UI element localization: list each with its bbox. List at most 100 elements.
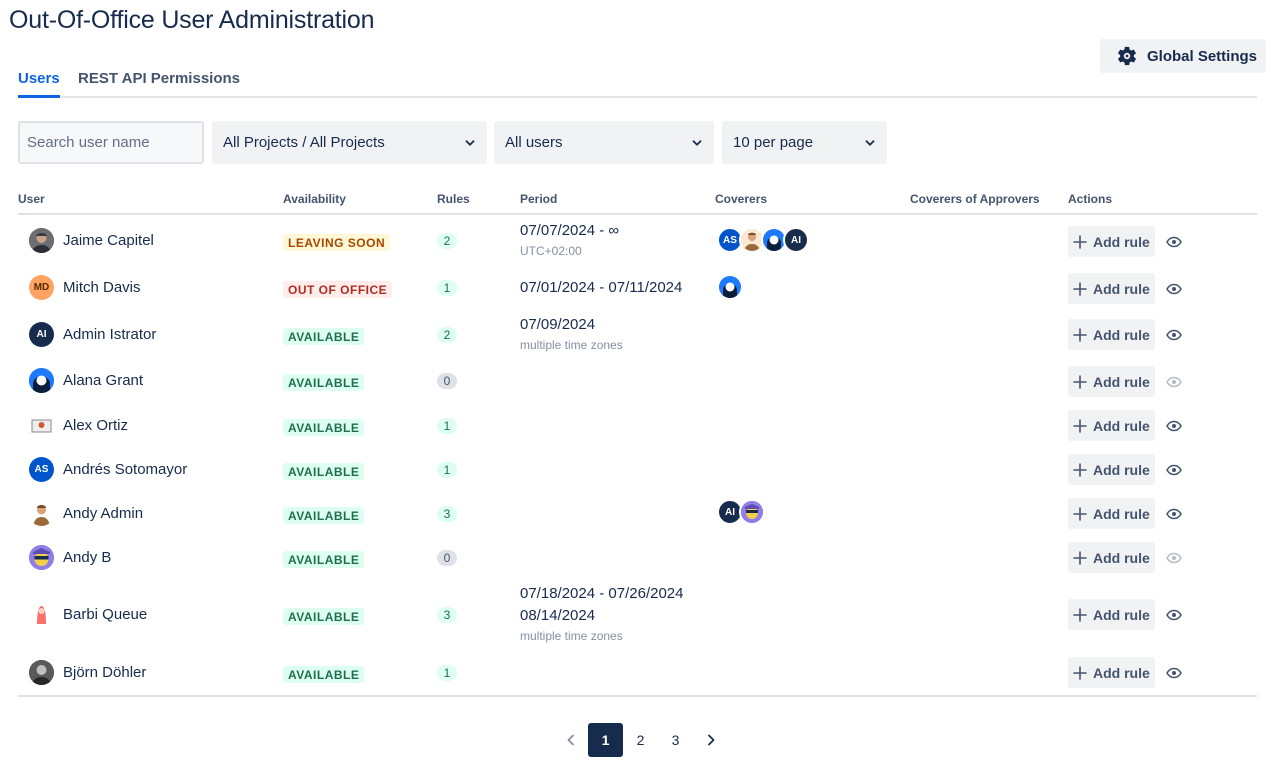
- add-rule-button[interactable]: Add rule: [1068, 410, 1155, 441]
- page-button-2[interactable]: 2: [623, 723, 658, 757]
- plus-icon: [1073, 607, 1087, 622]
- add-rule-label: Add rule: [1093, 417, 1150, 434]
- add-rule-button[interactable]: Add rule: [1068, 657, 1155, 688]
- period-range: 07/18/2024 - 07/26/2024: [520, 585, 684, 602]
- status-badge: AVAILABLE: [283, 507, 365, 524]
- table-bottom-divider: [18, 695, 1257, 697]
- next-page-button[interactable]: [693, 723, 728, 757]
- avatar: [29, 660, 54, 685]
- status-badge: AVAILABLE: [283, 328, 365, 345]
- page-button-3[interactable]: 3: [658, 723, 693, 757]
- eye-icon[interactable]: [1166, 665, 1182, 681]
- period-range: 08/14/2024: [520, 607, 596, 624]
- add-rule-button[interactable]: Add rule: [1068, 454, 1155, 485]
- add-rule-button[interactable]: Add rule: [1068, 366, 1155, 397]
- status-badge: AVAILABLE: [283, 463, 365, 480]
- tab-rest-api-permissions[interactable]: REST API Permissions: [78, 70, 240, 87]
- chevron-down-icon: [465, 139, 475, 146]
- users-filter-select[interactable]: All users: [494, 121, 714, 164]
- table-row: Alex Ortiz AVAILABLE 1 Add rule: [18, 403, 1257, 447]
- add-rule-button[interactable]: Add rule: [1068, 273, 1155, 304]
- header-rules[interactable]: Rules: [437, 192, 470, 206]
- add-rule-button[interactable]: Add rule: [1068, 599, 1155, 630]
- table-row: Barbi Queue AVAILABLE 3 07/18/2024 - 07/…: [18, 579, 1257, 651]
- header-actions: Actions: [1068, 192, 1113, 206]
- rule-count-badge: 0: [437, 373, 457, 389]
- eye-icon[interactable]: [1166, 550, 1182, 566]
- period-range: 07/01/2024 - 07/11/2024: [520, 279, 683, 296]
- add-rule-label: Add rule: [1093, 373, 1150, 390]
- table-row: Alana Grant AVAILABLE 0 Add rule: [18, 358, 1257, 403]
- eye-icon[interactable]: [1166, 234, 1182, 250]
- header-availability[interactable]: Availability: [283, 192, 346, 206]
- add-rule-label: Add rule: [1093, 606, 1150, 623]
- add-rule-label: Add rule: [1093, 505, 1150, 522]
- header-coverers-of-approvers: Coverers of Approvers: [910, 192, 1040, 206]
- table-row: Björn Döhler AVAILABLE 1 Add rule: [18, 651, 1257, 695]
- add-rule-button[interactable]: Add rule: [1068, 542, 1155, 573]
- user-name[interactable]: Alana Grant: [63, 372, 143, 389]
- period-range: 07/09/2024: [520, 316, 596, 333]
- tab-users[interactable]: Users: [18, 70, 60, 87]
- user-name[interactable]: Admin Istrator: [63, 326, 156, 343]
- status-badge: LEAVING SOON: [283, 234, 391, 251]
- rule-count-badge: 2: [437, 233, 457, 249]
- user-name[interactable]: Andrés Sotomayor: [63, 461, 187, 478]
- header-period[interactable]: Period: [520, 192, 557, 206]
- eye-icon[interactable]: [1166, 327, 1182, 343]
- plus-icon: [1073, 281, 1087, 296]
- coverer-avatar[interactable]: [739, 499, 765, 525]
- eye-icon[interactable]: [1166, 374, 1182, 390]
- user-name[interactable]: Alex Ortiz: [63, 417, 128, 434]
- plus-icon: [1073, 462, 1087, 477]
- rule-count-badge: 2: [437, 327, 457, 343]
- header-user[interactable]: User: [18, 192, 45, 206]
- plus-icon: [1073, 550, 1087, 565]
- user-name[interactable]: Mitch Davis: [63, 279, 141, 296]
- user-name[interactable]: Andy Admin: [63, 505, 143, 522]
- rule-count-badge: 1: [437, 418, 457, 434]
- page-title: Out-Of-Office User Administration: [9, 6, 375, 34]
- user-name[interactable]: Barbi Queue: [63, 606, 147, 623]
- per-page-value: 10 per page: [733, 134, 814, 151]
- eye-icon[interactable]: [1166, 418, 1182, 434]
- rule-count-badge: 3: [437, 506, 457, 522]
- status-badge: AVAILABLE: [283, 551, 365, 568]
- add-rule-button[interactable]: Add rule: [1068, 498, 1155, 529]
- rule-count-badge: 0: [437, 550, 457, 566]
- avatar: [29, 368, 54, 393]
- coverer-avatar[interactable]: AI: [783, 227, 809, 253]
- project-select-value: All Projects / All Projects: [223, 134, 385, 151]
- eye-icon[interactable]: [1166, 607, 1182, 623]
- table-row: Jaime Capitel LEAVING SOON 2 07/07/2024 …: [18, 216, 1257, 264]
- rule-count-badge: 1: [437, 462, 457, 478]
- avatar: [29, 545, 54, 570]
- avatar: AI: [29, 322, 54, 347]
- user-name[interactable]: Björn Döhler: [63, 664, 146, 681]
- plus-icon: [1073, 234, 1087, 249]
- page-button-1[interactable]: 1: [588, 723, 623, 757]
- status-badge: OUT OF OFFICE: [283, 281, 393, 298]
- add-rule-button[interactable]: Add rule: [1068, 226, 1155, 257]
- avatar: [29, 501, 54, 526]
- previous-page-button[interactable]: [553, 723, 588, 757]
- plus-icon: [1073, 665, 1087, 680]
- add-rule-button[interactable]: Add rule: [1068, 319, 1155, 350]
- coverers-list: AI: [717, 499, 765, 525]
- eye-icon[interactable]: [1166, 462, 1182, 478]
- user-name[interactable]: Jaime Capitel: [63, 232, 154, 249]
- add-rule-label: Add rule: [1093, 233, 1150, 250]
- per-page-select[interactable]: 10 per page: [722, 121, 887, 164]
- eye-icon[interactable]: [1166, 506, 1182, 522]
- user-name[interactable]: Andy B: [63, 549, 111, 566]
- project-select[interactable]: All Projects / All Projects: [212, 121, 487, 164]
- users-filter-value: All users: [505, 134, 563, 151]
- coverer-avatar[interactable]: [717, 274, 743, 300]
- search-input[interactable]: [18, 121, 204, 164]
- tab-bar: Users REST API Permissions: [18, 66, 1257, 98]
- add-rule-label: Add rule: [1093, 280, 1150, 297]
- eye-icon[interactable]: [1166, 281, 1182, 297]
- status-badge: AVAILABLE: [283, 419, 365, 436]
- avatar: AS: [29, 457, 54, 482]
- avatar: [29, 602, 54, 627]
